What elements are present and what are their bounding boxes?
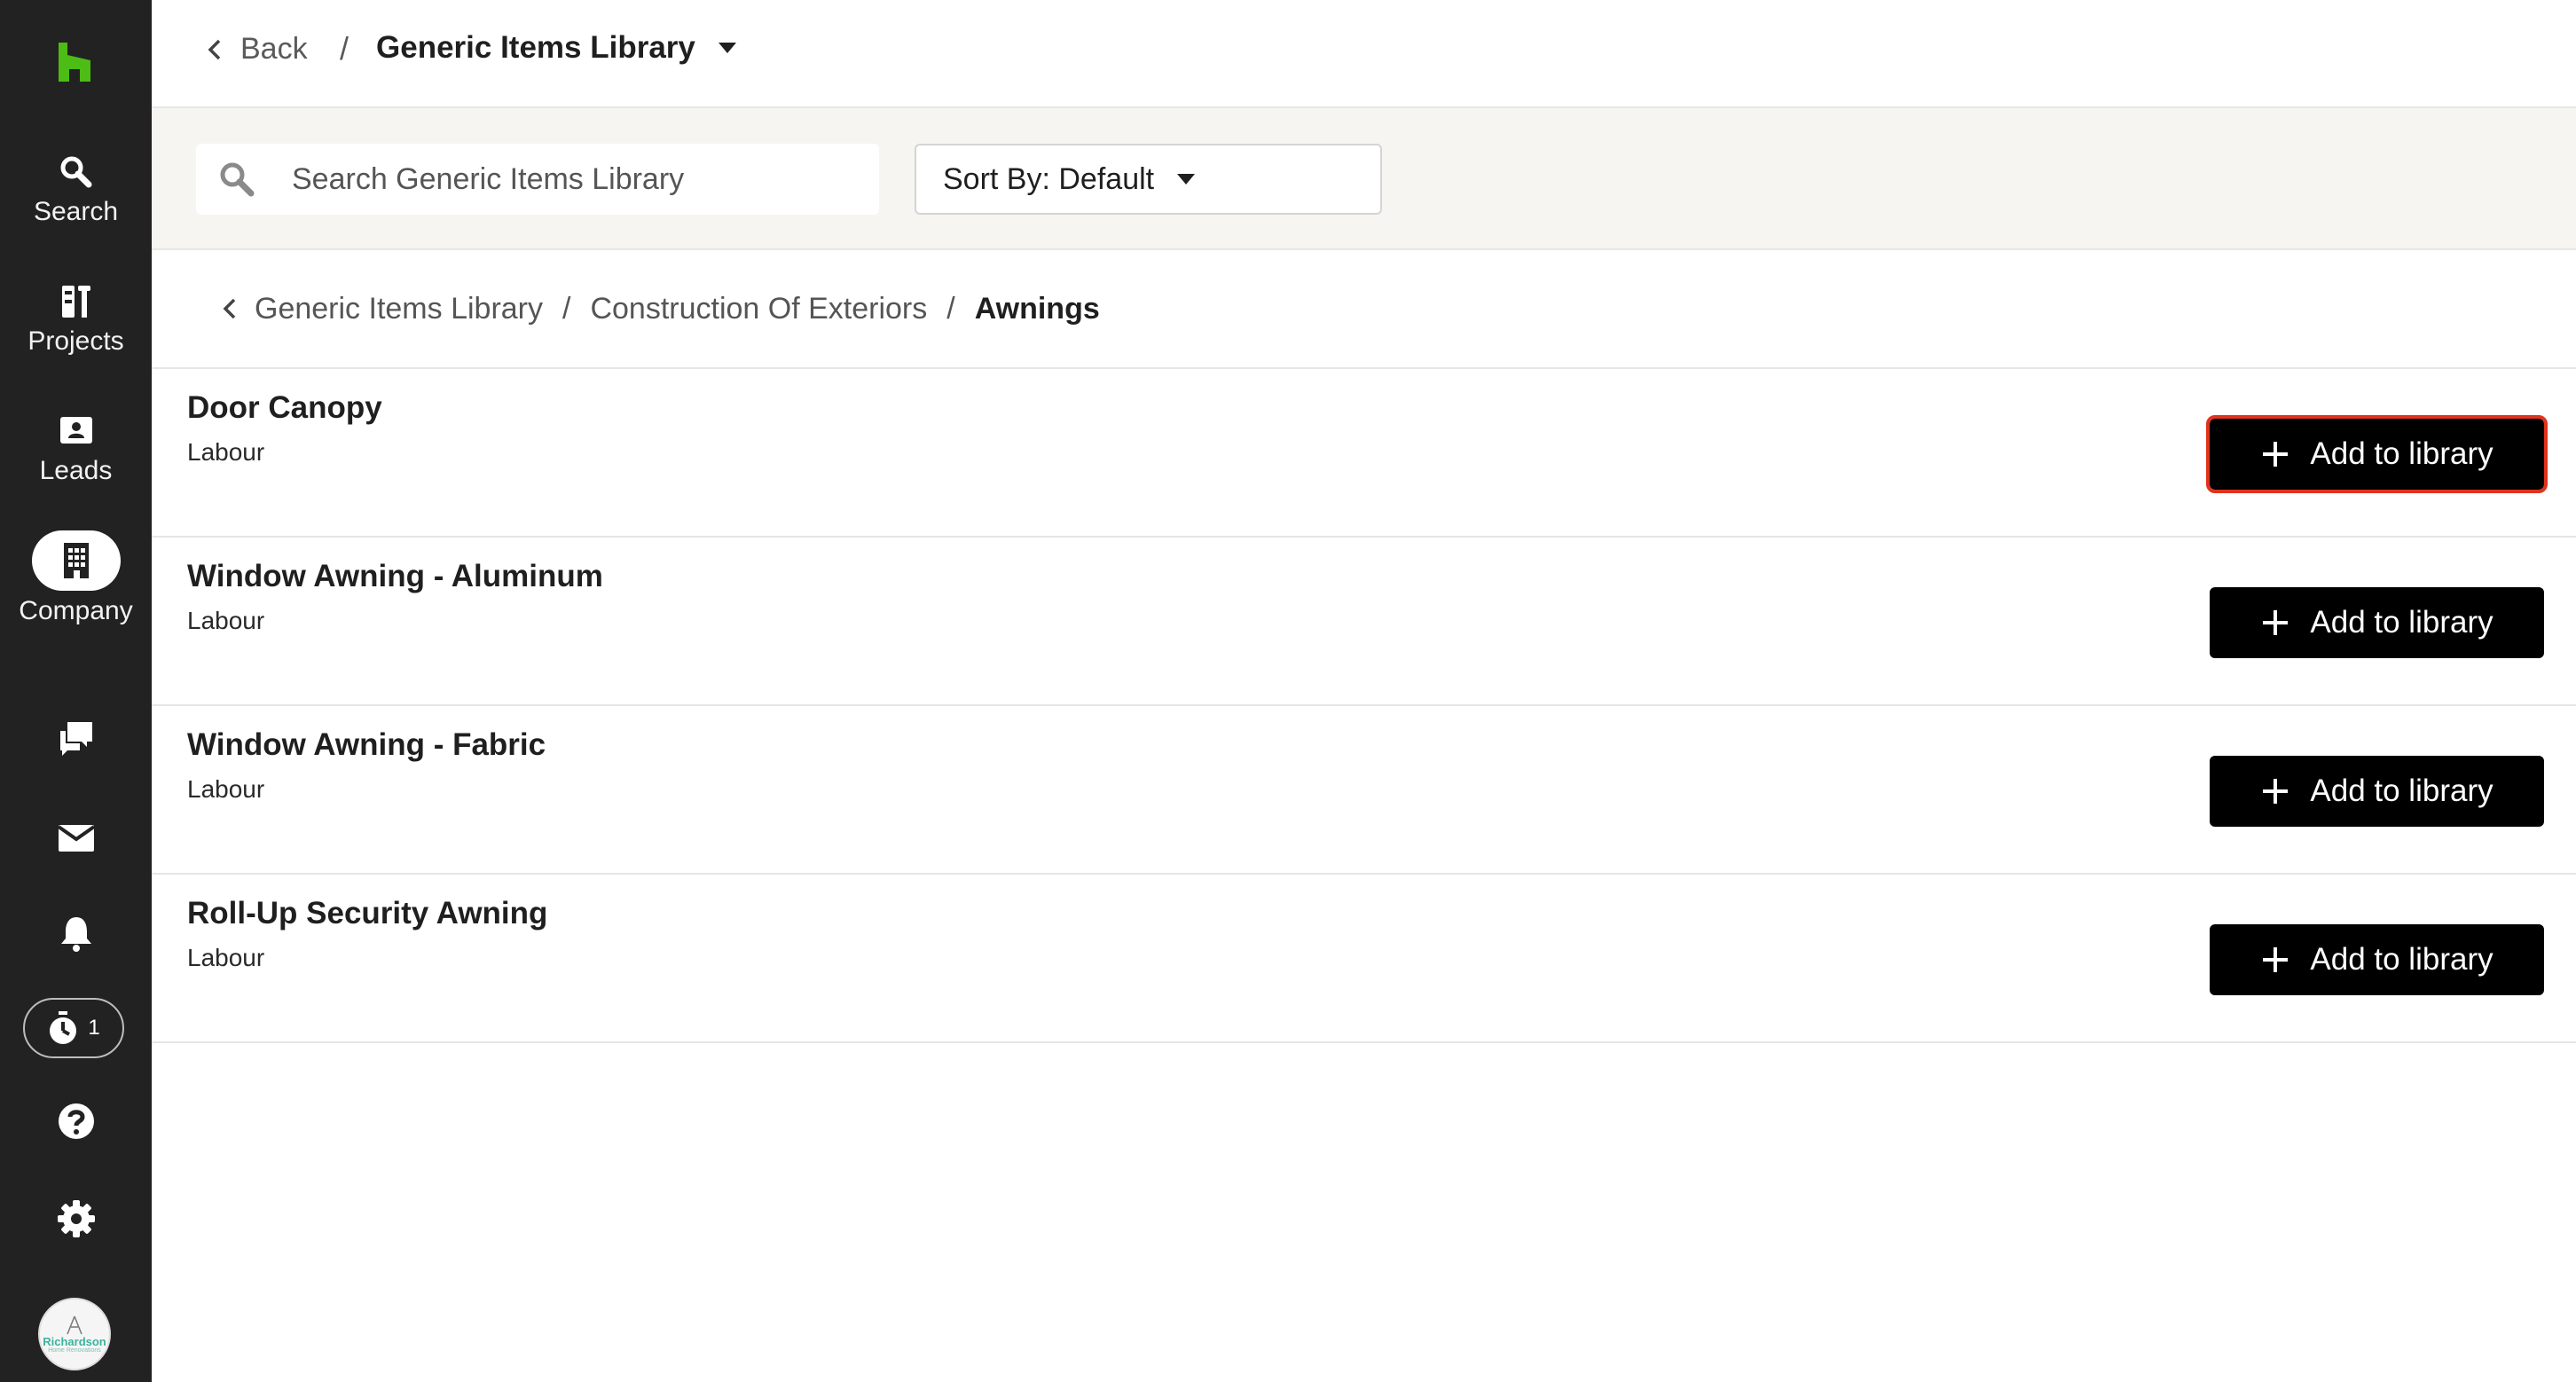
item-name: Window Awning - Aluminum	[187, 559, 603, 593]
timer-count: 1	[88, 1016, 100, 1040]
gear-icon	[57, 1200, 95, 1237]
header-separator: /	[340, 30, 349, 67]
item-type: Labour	[187, 438, 265, 466]
add-to-library-button[interactable]: Add to library	[2210, 924, 2544, 995]
filter-bar: Sort By: Default	[152, 108, 2576, 250]
top-header: Back / Generic Items Library	[152, 0, 2576, 108]
avatar-subtext: Home Renovations	[48, 1347, 101, 1354]
list-item: Window Awning - Aluminum Labour Add to l…	[152, 538, 2576, 706]
breadcrumb-separator: /	[562, 291, 571, 326]
add-to-library-label: Add to library	[2310, 942, 2494, 977]
houzz-logo-icon[interactable]	[57, 43, 92, 82]
breadcrumb-item-construction-of-exteriors[interactable]: Construction Of Exteriors	[590, 292, 927, 326]
add-to-library-label: Add to library	[2310, 605, 2494, 640]
help-button[interactable]	[0, 1102, 152, 1141]
item-type: Labour	[187, 944, 265, 971]
sidebar-item-company[interactable]: Company	[0, 530, 152, 626]
timer-button[interactable]: 1	[23, 998, 124, 1058]
item-type: Labour	[187, 775, 265, 803]
search-input[interactable]	[292, 161, 860, 197]
list-item: Window Awning - Fabric Labour Add to lib…	[152, 706, 2576, 875]
company-active-pill	[31, 530, 121, 591]
plus-icon	[2263, 947, 2289, 972]
item-name: Door Canopy	[187, 390, 382, 425]
list-item: Roll-Up Security Awning Labour Add to li…	[152, 875, 2576, 1043]
projects-icon	[61, 286, 90, 318]
sidebar: Search Projects Leads Company 1 Richards…	[0, 0, 152, 1382]
sidebar-item-label: Projects	[27, 326, 124, 356]
sidebar-item-projects[interactable]: Projects	[0, 282, 152, 357]
breadcrumb-item-awnings: Awnings	[974, 291, 1100, 326]
avatar-logo-icon	[67, 1315, 82, 1335]
inbox-button[interactable]	[0, 818, 152, 857]
plus-icon	[2263, 610, 2289, 635]
add-to-library-button[interactable]: Add to library	[2210, 587, 2544, 658]
bell-icon	[60, 917, 91, 952]
breadcrumb-separator: /	[946, 291, 955, 326]
sort-dropdown[interactable]: Sort By: Default	[915, 144, 1382, 215]
sidebar-item-label: Leads	[39, 456, 113, 485]
leads-icon	[59, 417, 92, 444]
breadcrumb-item-generic-items-library[interactable]: Generic Items Library	[255, 292, 543, 326]
items-list: Door Canopy Labour Add to library Window…	[152, 369, 2576, 1043]
plus-icon	[2263, 779, 2289, 804]
search-box[interactable]	[196, 144, 879, 215]
avatar-text: Richardson	[43, 1335, 106, 1348]
avatar[interactable]: Richardson Home Renovations	[38, 1298, 111, 1370]
breadcrumb: Generic Items Library / Construction Of …	[152, 250, 2576, 369]
inbox-icon	[57, 825, 95, 852]
caret-down-icon	[1177, 174, 1196, 185]
search-icon	[220, 162, 255, 197]
library-dropdown[interactable]: Generic Items Library	[376, 30, 736, 66]
add-to-library-label: Add to library	[2310, 436, 2494, 471]
list-item: Door Canopy Labour Add to library	[152, 369, 2576, 538]
back-link[interactable]: Back	[205, 32, 308, 67]
add-to-library-button[interactable]: Add to library	[2210, 756, 2544, 827]
library-title: Generic Items Library	[376, 30, 695, 65]
caret-down-icon	[718, 43, 736, 53]
item-name: Window Awning - Fabric	[187, 727, 546, 762]
messages-button[interactable]	[0, 718, 152, 758]
sort-label: Sort By: Default	[943, 161, 1155, 196]
timer-icon	[50, 1011, 77, 1044]
item-type: Labour	[187, 607, 265, 634]
company-icon	[63, 543, 89, 578]
back-label: Back	[240, 32, 308, 66]
sidebar-item-leads[interactable]: Leads	[0, 412, 152, 486]
add-to-library-label: Add to library	[2310, 773, 2494, 808]
sidebar-item-label: Search	[33, 197, 119, 226]
item-name: Roll-Up Security Awning	[187, 896, 548, 930]
search-icon	[60, 156, 91, 188]
chevron-left-icon[interactable]	[217, 296, 242, 321]
add-to-library-button[interactable]: Add to library	[2206, 415, 2548, 493]
plus-icon	[2263, 442, 2289, 467]
sidebar-item-label: Company	[19, 596, 133, 625]
settings-button[interactable]	[0, 1199, 152, 1238]
help-icon	[58, 1103, 94, 1139]
sidebar-item-search[interactable]: Search	[0, 153, 152, 227]
messages-icon	[59, 722, 92, 756]
notifications-button[interactable]	[0, 914, 152, 953]
chevron-left-icon	[208, 39, 221, 59]
